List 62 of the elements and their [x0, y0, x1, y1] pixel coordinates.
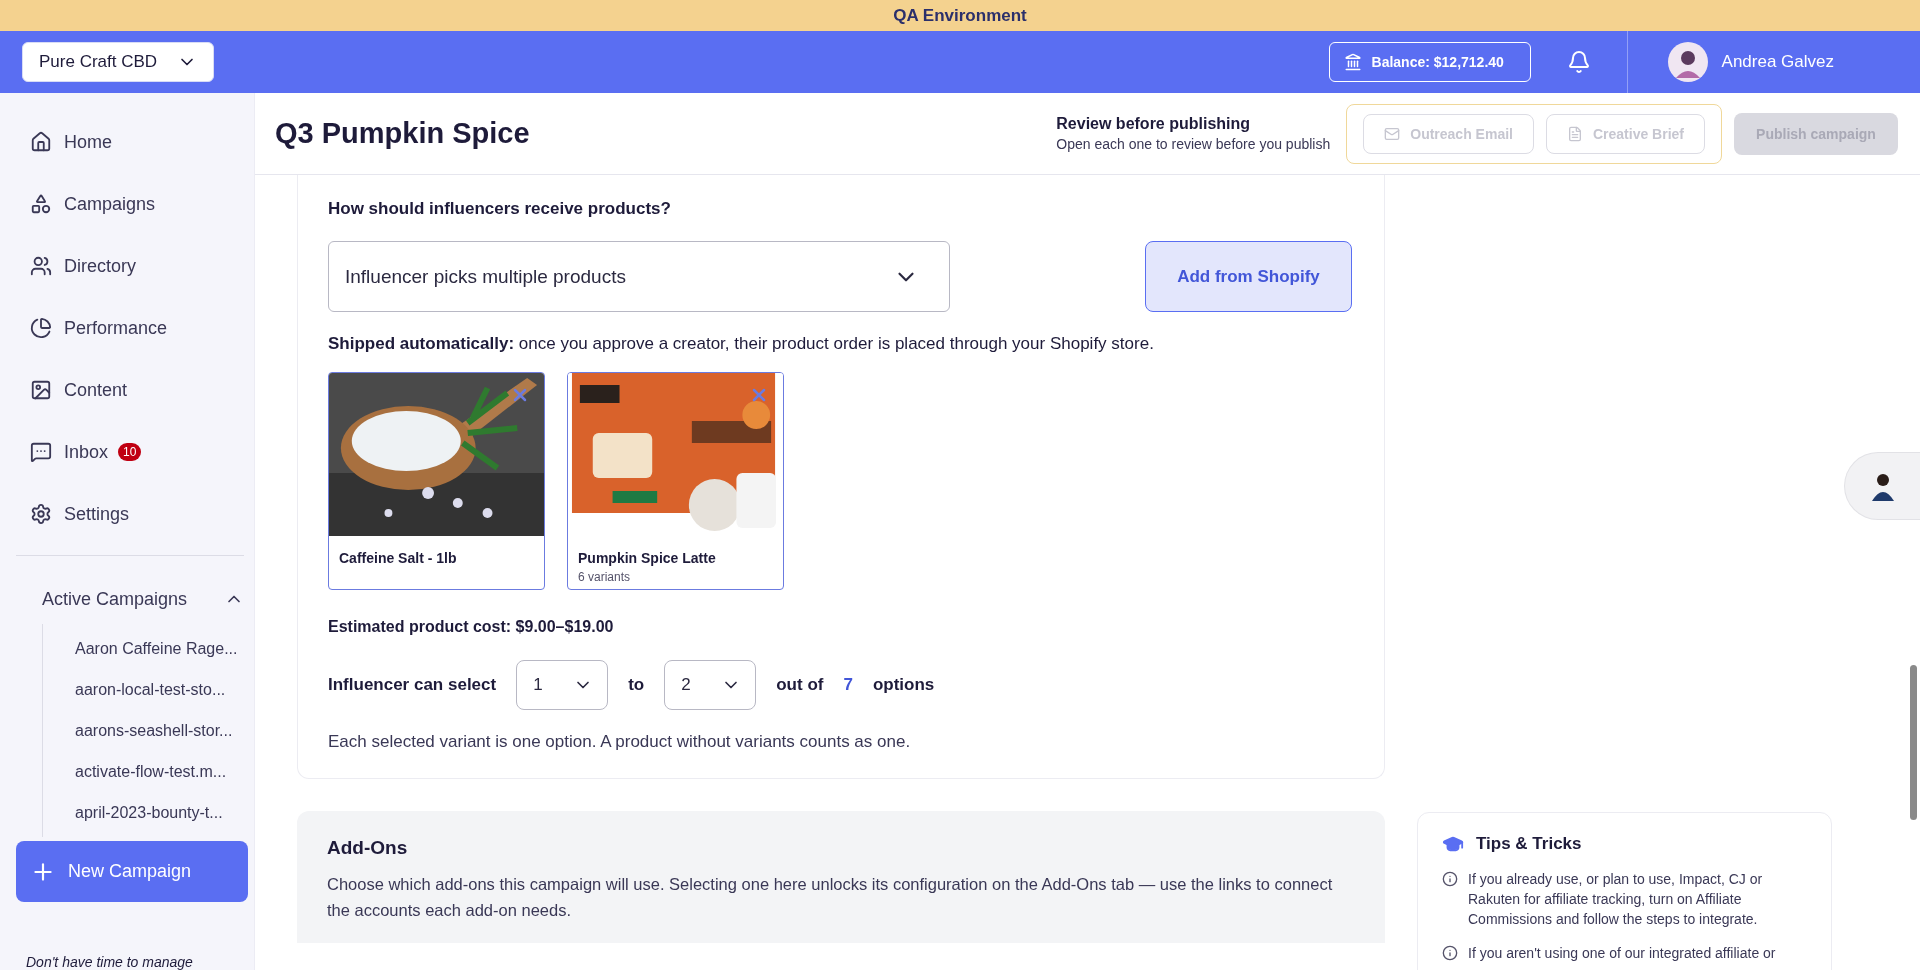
avatar	[1667, 42, 1708, 82]
scrollbar-thumb[interactable]	[1910, 665, 1917, 820]
nav-item[interactable]: Inbox 10	[16, 421, 254, 483]
promo-text: Don't have time to manage	[26, 954, 194, 970]
nav-item[interactable]: Performance	[16, 297, 254, 359]
environment-banner: QA Environment	[0, 0, 1920, 31]
options-total: 7	[843, 675, 853, 695]
tip-text: If you already use, or plan to use, Impact, CJ or Rakuten for affiliate tracking, turn on Affiliate Commissions and follow the steps to integrate.	[1468, 870, 1764, 929]
campaign-link[interactable]: aarons-seashell-stor...	[43, 710, 254, 751]
bank-icon	[1343, 53, 1362, 71]
nav-icon	[30, 503, 52, 525]
out-of-label: out of	[776, 675, 824, 695]
review-title: Review before publishing	[1056, 115, 1252, 133]
product-card[interactable]: Caffeine Salt - 1lb	[328, 372, 545, 590]
select-label: Influencer can select	[328, 675, 497, 695]
product-name: Caffeine Salt - 1lb	[339, 550, 458, 566]
balance-button[interactable]: Balance: $12,712.40	[1328, 42, 1531, 82]
notifications-button[interactable]	[1566, 50, 1591, 74]
page-title: Q3 Pumpkin Spice	[275, 117, 530, 150]
shipping-note: Shipped automatically: once you approve a creator, their product order is placed through your Shopify store.	[328, 334, 1155, 354]
add-ons-description: Choose which add-ons this campaign will use. Selecting one here unlocks its configuration on the Add-Ons tab — use the links to connect the accounts each add-on needs.	[327, 874, 1334, 921]
nav-item[interactable]: Content	[16, 359, 254, 421]
delivery-select[interactable]: Influencer picks multiple products	[328, 241, 950, 312]
tips-title: Tips & Tricks	[1476, 834, 1582, 854]
nav-icon	[30, 441, 52, 463]
envelope-icon	[1384, 125, 1401, 142]
document-icon	[1566, 125, 1583, 142]
nav-item[interactable]: Home	[16, 111, 254, 173]
range-label: to	[628, 675, 645, 695]
unread-badge: 10	[118, 443, 142, 461]
nav-item[interactable]: Directory	[16, 235, 254, 297]
campaign-link[interactable]: april-2023-bounty-t...	[43, 792, 254, 833]
product-card[interactable]: Pumpkin Spice Latte 6 variants	[567, 372, 784, 590]
max-select[interactable]: 2	[664, 660, 757, 710]
options-label: options	[872, 675, 935, 695]
campaign-link[interactable]: aaron-local-test-sto...	[43, 669, 254, 710]
variant-count: 6 variants	[578, 570, 632, 584]
active-campaigns-toggle[interactable]: Active Campaigns	[16, 574, 254, 624]
add-from-shopify-button[interactable]: Add from Shopify	[1145, 241, 1352, 312]
info-icon	[1442, 871, 1458, 887]
campaign-link[interactable]: Aaron Caffeine Rage...	[43, 628, 254, 669]
product-name: Pumpkin Spice Latte	[578, 550, 717, 566]
nav-icon	[30, 131, 52, 153]
info-icon	[1442, 945, 1458, 961]
new-campaign-button[interactable]: New Campaign	[16, 841, 248, 902]
nav-icon	[30, 255, 52, 277]
estimated-cost: Estimated product cost: $9.00–$19.00	[328, 618, 615, 636]
campaign-link[interactable]: activate-flow-test.m...	[43, 751, 254, 792]
nav-icon	[30, 379, 52, 401]
nav-icon	[30, 317, 52, 339]
nav-item[interactable]: Campaigns	[16, 173, 254, 235]
selection-note: Each selected variant is one option. A product without variants counts as one.	[328, 732, 912, 752]
tip-text: If you aren't using one of our integrated affiliate or	[1468, 944, 1776, 963]
review-subtitle: Open each one to review before you publish	[1056, 136, 1331, 152]
store-selector[interactable]: Pure Craft CBD	[22, 42, 214, 82]
user-name: Andrea Galvez	[1721, 52, 1834, 72]
nav-item[interactable]: Settings	[16, 483, 254, 545]
chat-launcher[interactable]	[1844, 452, 1920, 520]
add-ons-title: Add-Ons	[327, 837, 409, 859]
section-question: How should influencers receive products?	[328, 199, 672, 219]
nav-icon	[30, 193, 52, 215]
min-select[interactable]: 1	[516, 660, 609, 710]
